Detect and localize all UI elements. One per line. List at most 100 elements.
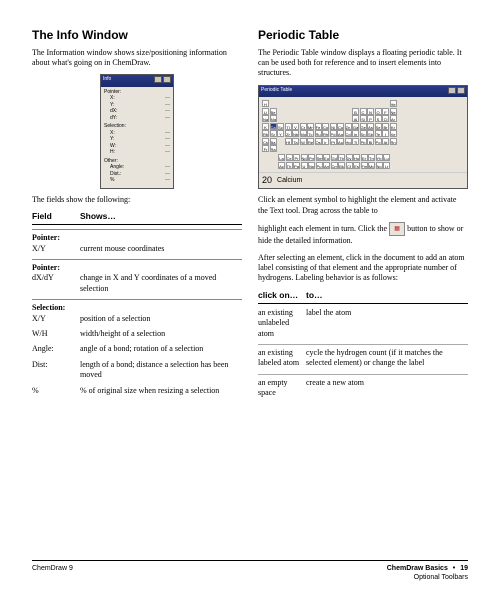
pt-element-cell[interactable]: Tl xyxy=(352,138,359,145)
pt-element-cell[interactable]: Sr xyxy=(270,130,277,137)
pt-element-cell[interactable]: Li xyxy=(262,108,269,115)
pt-element-cell[interactable]: Tc xyxy=(307,130,314,137)
pt-element-cell[interactable]: Ge xyxy=(360,123,367,130)
pt-element-cell[interactable]: Si xyxy=(360,115,367,122)
pt-element-cell[interactable]: Hf xyxy=(285,138,292,145)
pt-element-cell[interactable]: No xyxy=(376,162,383,169)
pt-element-cell[interactable]: Ni xyxy=(330,123,337,130)
pt-element-cell[interactable]: Ga xyxy=(352,123,359,130)
pt-element-cell[interactable]: Pr xyxy=(293,154,300,161)
pt-element-cell[interactable]: Lu xyxy=(383,154,390,161)
pt-element-cell[interactable]: Ac xyxy=(278,162,285,169)
pt-element-cell[interactable]: V xyxy=(292,123,299,130)
pt-element-cell[interactable]: Te xyxy=(375,130,382,137)
pt-element-cell[interactable]: Pd xyxy=(330,130,337,137)
pt-element-cell[interactable]: I xyxy=(382,130,389,137)
pt-element-cell[interactable]: Fr xyxy=(262,145,269,152)
pt-element-cell[interactable]: Fm xyxy=(361,162,368,169)
pt-element-cell[interactable]: Er xyxy=(361,154,368,161)
pt-element-cell[interactable]: Pm xyxy=(308,154,315,161)
pt-element-cell[interactable]: K xyxy=(262,123,269,130)
pt-element-cell[interactable]: Bk xyxy=(338,162,345,169)
pt-element-cell[interactable]: Cm xyxy=(331,162,338,169)
pt-element-cell[interactable]: Mg xyxy=(270,115,277,122)
pt-element-cell[interactable]: Rb xyxy=(262,130,269,137)
pt-element-cell[interactable]: Ho xyxy=(353,154,360,161)
pt-element-cell[interactable]: Lr xyxy=(383,162,390,169)
pt-element-cell[interactable]: At xyxy=(382,138,389,145)
pt-element-cell[interactable]: Bi xyxy=(367,138,374,145)
pt-element-cell[interactable]: Ag xyxy=(337,130,344,137)
pt-element-cell[interactable]: Co xyxy=(322,123,329,130)
pt-element-cell[interactable]: Tm xyxy=(368,154,375,161)
pt-element-cell[interactable]: Rh xyxy=(322,130,329,137)
pt-element-cell[interactable]: Kr xyxy=(390,123,397,130)
pt-element-cell[interactable]: Cd xyxy=(345,130,352,137)
pt-element-cell[interactable]: Se xyxy=(375,123,382,130)
pt-element-cell[interactable]: Ne xyxy=(390,108,397,115)
pt-element-cell[interactable]: Nb xyxy=(292,130,299,137)
pt-element-cell[interactable]: Ti xyxy=(285,123,292,130)
pt-element-cell[interactable]: Mn xyxy=(307,123,314,130)
pt-element-cell[interactable]: Cr xyxy=(300,123,307,130)
pt-element-cell[interactable]: Eu xyxy=(323,154,330,161)
pt-element-cell[interactable]: Ce xyxy=(286,154,293,161)
pt-element-cell[interactable]: Cs xyxy=(262,138,269,145)
pt-element-cell[interactable]: F xyxy=(382,108,389,115)
pt-element-cell[interactable]: Dy xyxy=(346,154,353,161)
pt-element-cell[interactable]: Es xyxy=(353,162,360,169)
pt-element-cell[interactable]: C xyxy=(360,108,367,115)
pt-element-cell[interactable]: P xyxy=(367,115,374,122)
pt-element-cell[interactable]: Cf xyxy=(346,162,353,169)
pt-element-cell[interactable]: Np xyxy=(308,162,315,169)
pt-element-cell[interactable]: Ca xyxy=(270,123,277,130)
pt-element-cell[interactable]: Rn xyxy=(390,138,397,145)
pt-element-cell[interactable]: Fe xyxy=(315,123,322,130)
pt-element-cell[interactable]: Tb xyxy=(338,154,345,161)
pt-element-cell[interactable]: La xyxy=(278,154,285,161)
pt-element-cell[interactable]: Pb xyxy=(360,138,367,145)
pt-element-cell[interactable]: Ra xyxy=(270,145,277,152)
pt-element-cell[interactable]: H xyxy=(262,100,269,107)
pt-element-cell[interactable]: Gd xyxy=(331,154,338,161)
pt-element-cell[interactable]: Cl xyxy=(382,115,389,122)
pt-element-cell[interactable]: Po xyxy=(375,138,382,145)
pt-element-cell[interactable]: Re xyxy=(307,138,314,145)
pt-element-cell[interactable]: Md xyxy=(368,162,375,169)
pt-element-cell[interactable]: Au xyxy=(337,138,344,145)
pt-element-cell[interactable]: O xyxy=(375,108,382,115)
pt-element-cell[interactable]: Ir xyxy=(322,138,329,145)
pt-element-cell[interactable]: Sm xyxy=(316,154,323,161)
pt-element-cell[interactable]: He xyxy=(390,100,397,107)
pt-element-cell[interactable]: Hg xyxy=(345,138,352,145)
pt-element-cell[interactable]: Yb xyxy=(376,154,383,161)
pt-element-cell[interactable]: Sb xyxy=(367,130,374,137)
pt-element-cell[interactable]: Mo xyxy=(300,130,307,137)
expand-icon[interactable]: ▦ xyxy=(389,222,405,236)
pt-element-cell[interactable]: Ru xyxy=(315,130,322,137)
pt-element-cell[interactable]: Pt xyxy=(330,138,337,145)
pt-element-cell[interactable]: Sc xyxy=(277,123,284,130)
pt-element-cell[interactable]: Xe xyxy=(390,130,397,137)
pt-element-cell[interactable]: U xyxy=(301,162,308,169)
pt-element-cell[interactable]: Na xyxy=(262,115,269,122)
pt-element-cell[interactable]: In xyxy=(352,130,359,137)
pt-element-cell[interactable]: Os xyxy=(315,138,322,145)
pt-element-cell[interactable]: Be xyxy=(270,108,277,115)
pt-element-cell[interactable]: Th xyxy=(286,162,293,169)
pt-element-cell[interactable]: Am xyxy=(323,162,330,169)
pt-element-cell[interactable]: B xyxy=(352,108,359,115)
pt-element-cell[interactable]: Zn xyxy=(345,123,352,130)
pt-element-cell[interactable]: W xyxy=(300,138,307,145)
pt-element-cell[interactable]: N xyxy=(367,108,374,115)
pt-element-cell[interactable]: Y xyxy=(277,130,284,137)
pt-element-cell[interactable]: Ar xyxy=(390,115,397,122)
pt-element-cell[interactable]: Br xyxy=(382,123,389,130)
pt-element-cell[interactable]: Sn xyxy=(360,130,367,137)
pt-element-cell[interactable]: Ta xyxy=(292,138,299,145)
pt-element-cell[interactable]: Pa xyxy=(293,162,300,169)
pt-element-cell[interactable]: Ba xyxy=(270,138,277,145)
pt-element-cell[interactable]: Zr xyxy=(285,130,292,137)
pt-element-cell[interactable]: Cu xyxy=(337,123,344,130)
pt-element-cell[interactable]: Nd xyxy=(301,154,308,161)
